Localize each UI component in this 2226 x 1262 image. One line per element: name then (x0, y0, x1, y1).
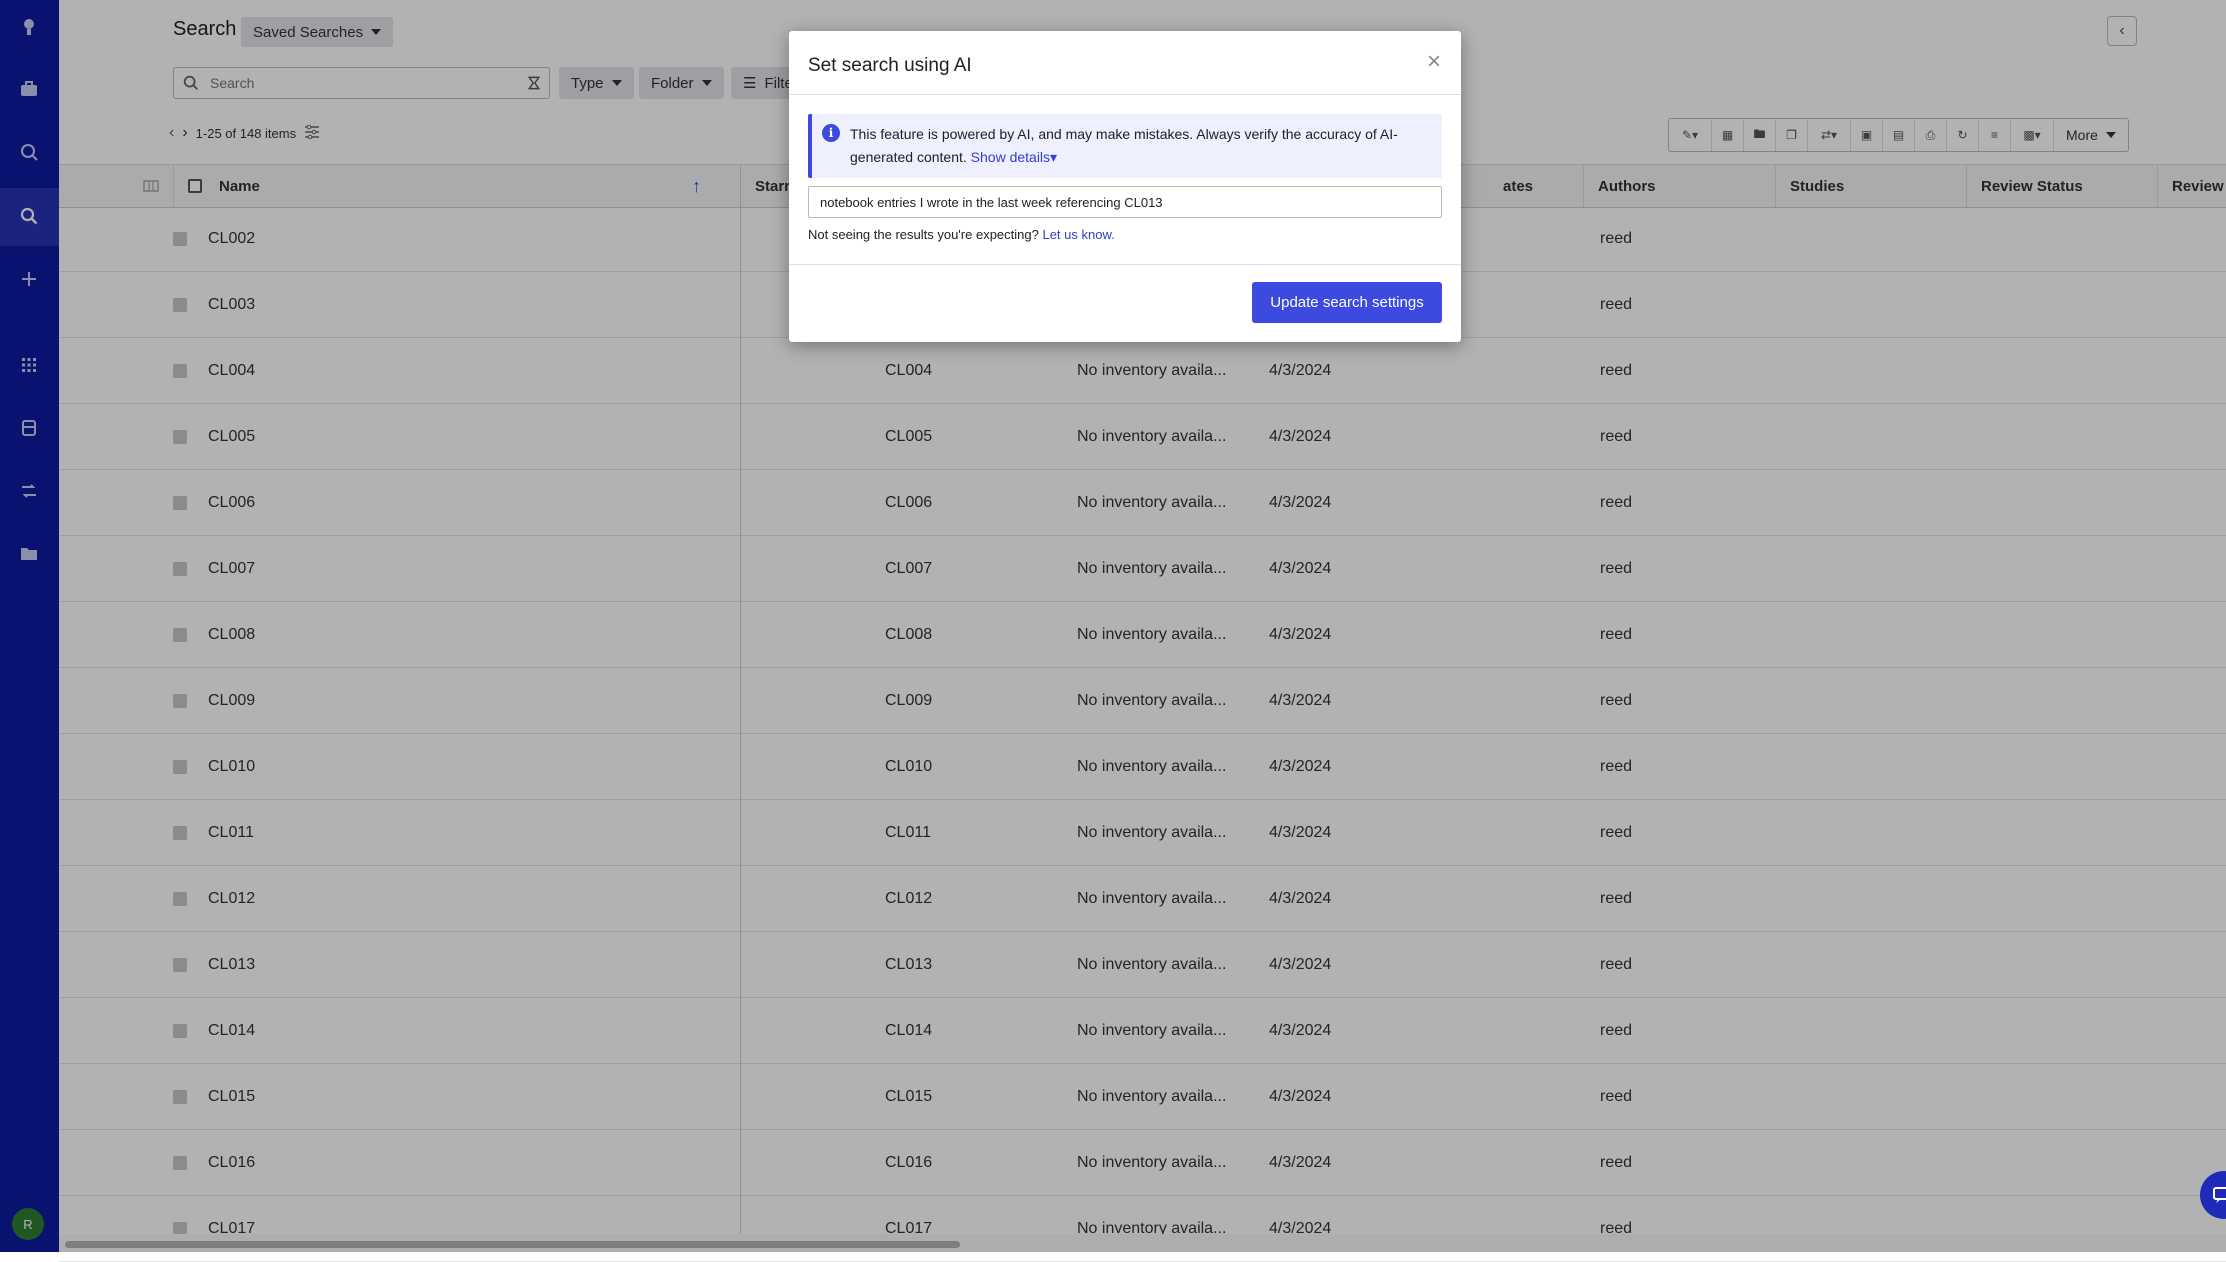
close-icon[interactable]: × (1423, 50, 1445, 74)
divider (789, 264, 1461, 265)
feedback-hint: Not seeing the results you're expecting?… (808, 227, 1115, 242)
divider (789, 94, 1461, 95)
banner-text: This feature is powered by AI, and may m… (850, 126, 1398, 165)
update-search-settings-button[interactable]: Update search settings (1252, 282, 1442, 323)
caret-down-icon: ▾ (1050, 149, 1058, 165)
ai-query-input[interactable]: notebook entries I wrote in the last wee… (808, 186, 1442, 218)
info-icon: i (822, 124, 840, 142)
show-details-link[interactable]: Show details▾ (971, 149, 1057, 165)
hint-text: Not seeing the results you're expecting? (808, 227, 1039, 242)
banner-text-block: This feature is powered by AI, and may m… (850, 123, 1440, 169)
show-details-label: Show details (970, 149, 1051, 165)
ai-disclaimer-banner: i This feature is powered by AI, and may… (808, 114, 1442, 178)
chat-icon (2213, 1187, 2226, 1203)
dialog-title: Set search using AI (808, 55, 972, 76)
feedback-link[interactable]: Let us know. (1042, 227, 1114, 242)
ai-search-dialog: Set search using AI × i This feature is … (789, 31, 1461, 342)
